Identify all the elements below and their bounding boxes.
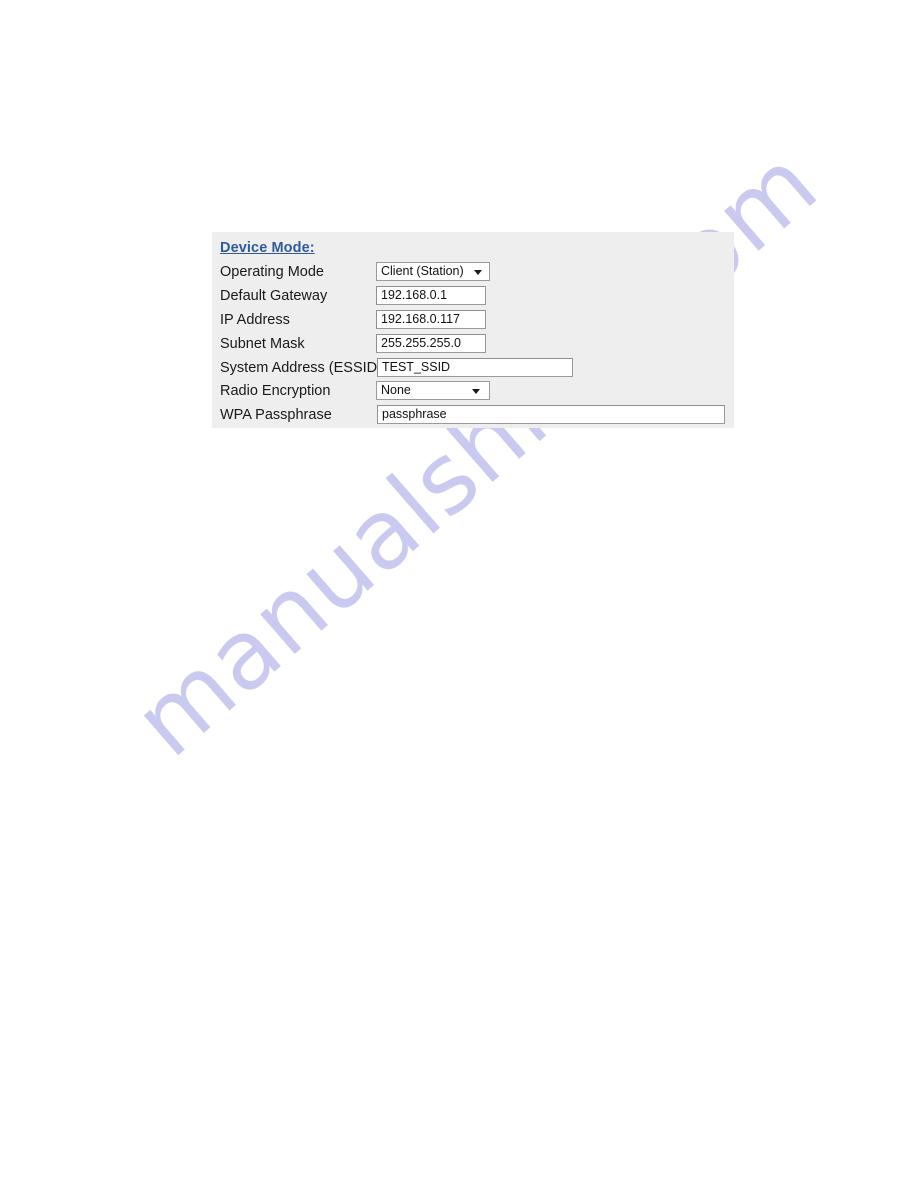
system-address-essid-input[interactable]: TEST_SSID	[377, 358, 573, 377]
radio-encryption-value: None	[381, 383, 411, 397]
operating-mode-value: Client (Station)	[381, 264, 464, 278]
label-subnet-mask: Subnet Mask	[220, 336, 305, 352]
form-row-subnet-mask: Subnet Mask 255.255.255.0	[212, 332, 734, 356]
chevron-down-icon	[472, 388, 480, 394]
form-row-essid: System Address (ESSID) TEST_SSID	[212, 356, 734, 380]
label-wpa-passphrase: WPA Passphrase	[220, 407, 332, 423]
form-row-ip-address: IP Address 192.168.0.117	[212, 308, 734, 332]
chevron-down-icon	[474, 269, 482, 275]
default-gateway-input[interactable]: 192.168.0.1	[376, 286, 486, 305]
label-radio-encryption: Radio Encryption	[220, 383, 331, 399]
operating-mode-select[interactable]: Client (Station)	[376, 262, 490, 281]
watermark-text: manualshive.com	[113, 127, 839, 779]
subnet-mask-input[interactable]: 255.255.255.0	[376, 334, 486, 353]
label-ip-address: IP Address	[220, 312, 290, 328]
radio-encryption-select[interactable]: None	[376, 381, 490, 400]
watermark-layer: manualshive.com	[0, 0, 918, 1188]
form-row-operating-mode: Operating Mode Client (Station)	[212, 260, 734, 284]
form-row-default-gateway: Default Gateway 192.168.0.1	[212, 284, 734, 308]
label-default-gateway: Default Gateway	[220, 288, 328, 304]
form-row-radio-encryption: Radio Encryption None	[212, 379, 734, 403]
label-operating-mode: Operating Mode	[220, 264, 324, 280]
form-row-wpa-passphrase: WPA Passphrase passphrase	[212, 403, 734, 427]
ip-address-input[interactable]: 192.168.0.117	[376, 310, 486, 329]
page-title: Device Mode:	[220, 240, 315, 256]
label-system-address-essid: System Address (ESSID)	[220, 360, 382, 376]
wpa-passphrase-input[interactable]: passphrase	[377, 405, 725, 424]
device-mode-settings-panel: Device Mode: Operating Mode Client (Stat…	[212, 232, 734, 428]
